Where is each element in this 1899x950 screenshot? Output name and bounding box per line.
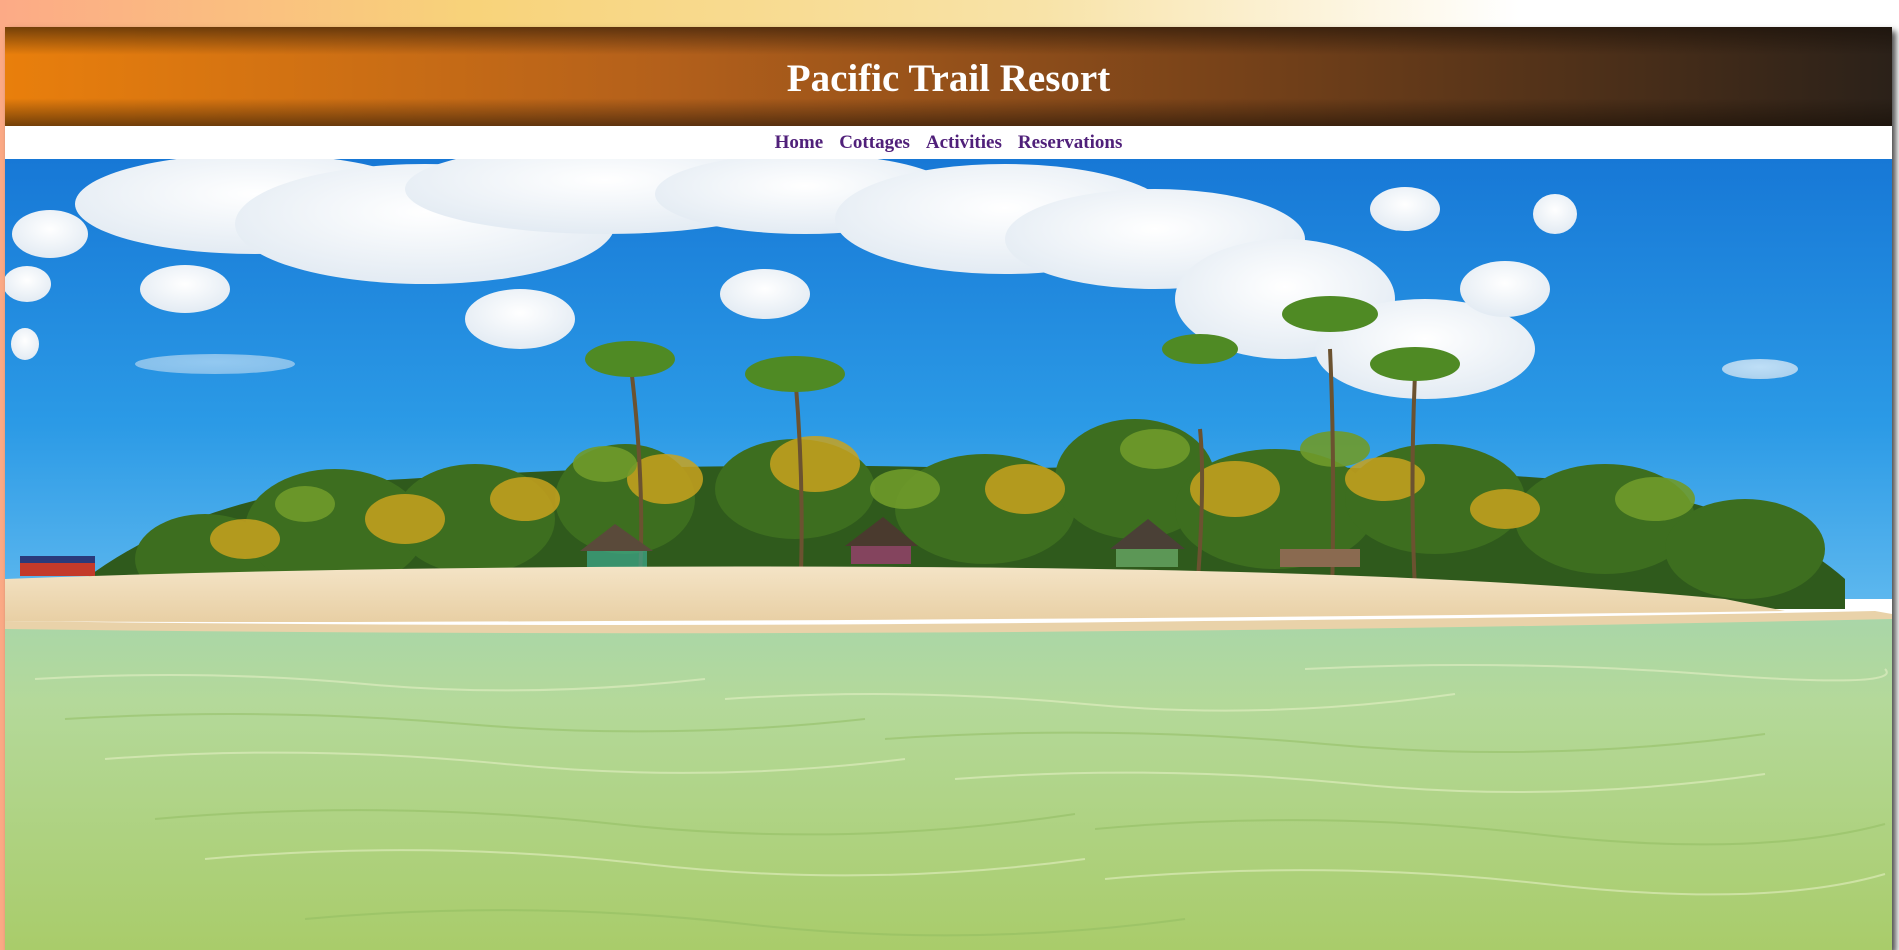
site-header: Pacific Trail Resort [5, 27, 1892, 126]
main-nav: Home Cottages Activities Reservations [5, 126, 1892, 159]
hero-image [5, 159, 1892, 950]
nav-link-home[interactable]: Home [767, 132, 832, 154]
nav-link-cottages[interactable]: Cottages [831, 132, 918, 154]
site-title: Pacific Trail Resort [786, 57, 1111, 100]
tropical-beach-image [5, 159, 1892, 950]
nav-link-activities[interactable]: Activities [918, 132, 1010, 154]
page-wrapper: Pacific Trail Resort Home Cottages Activ… [5, 27, 1892, 950]
nav-link-reservations[interactable]: Reservations [1010, 132, 1130, 154]
